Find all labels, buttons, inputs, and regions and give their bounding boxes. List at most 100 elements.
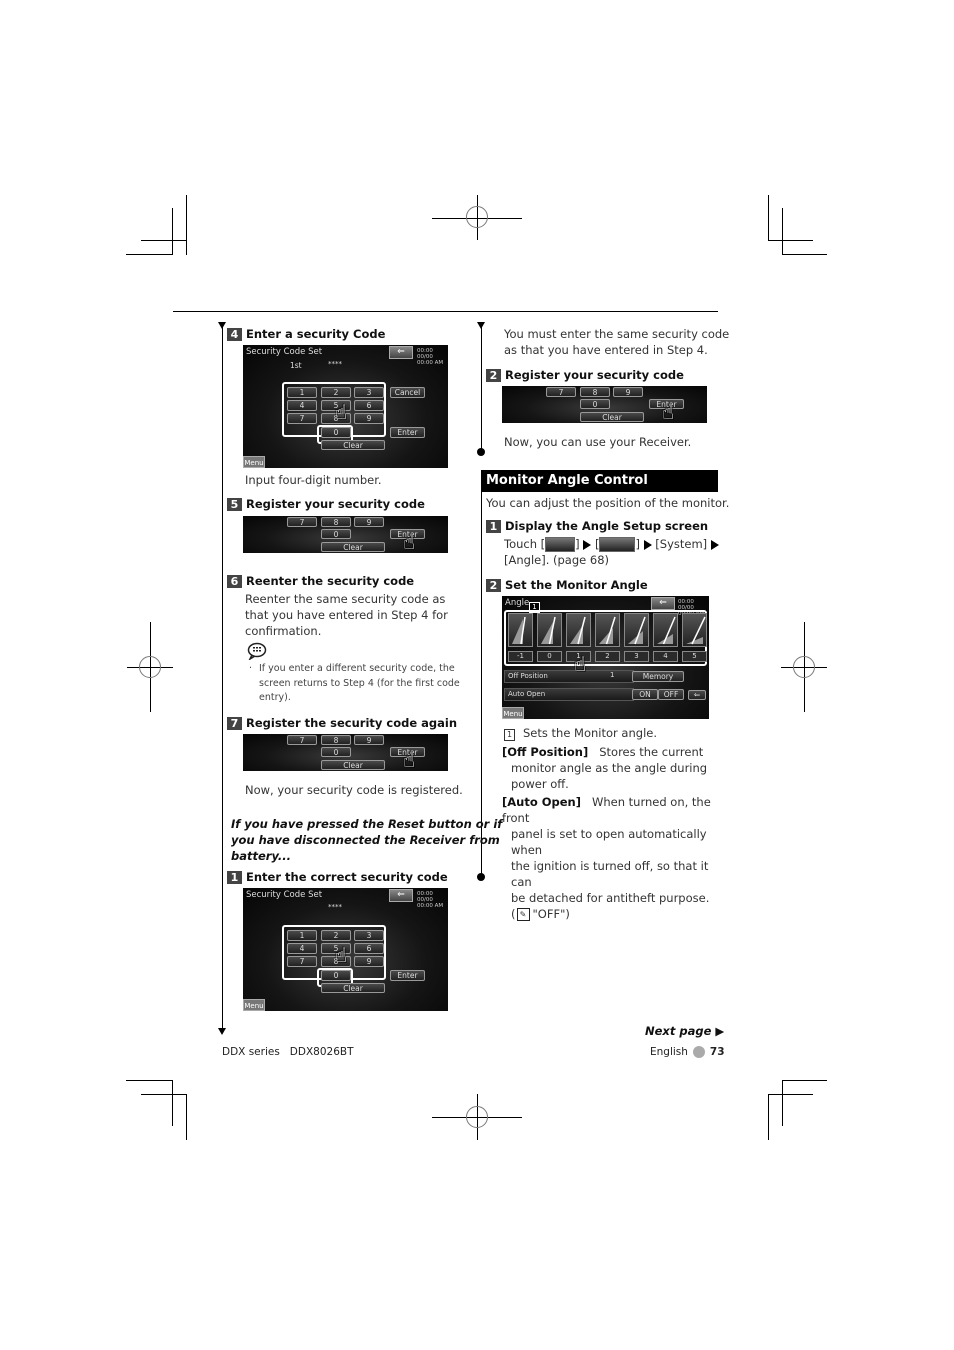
angle-option-graphic[interactable] xyxy=(682,613,707,647)
key-0[interactable]: 0 xyxy=(321,529,351,539)
model-name: DDX series DDX8026BT xyxy=(222,1046,354,1058)
pointing-hand-icon: ☝ xyxy=(574,652,587,676)
security-code-screen-2: Security Code Set **** ⇐ 00:00 00/00 00:0… xyxy=(243,888,448,1011)
back-button[interactable]: ⇐ xyxy=(651,597,675,610)
auto-open-off-button[interactable]: OFF xyxy=(658,689,684,700)
angle-option-graphic[interactable] xyxy=(508,613,533,647)
page-dot-icon xyxy=(692,1046,705,1058)
angle-option-graphic[interactable] xyxy=(595,613,620,647)
off-position-value: 1 xyxy=(610,671,615,679)
angle-option-graphic[interactable] xyxy=(624,613,649,647)
menu-button[interactable]: Menu xyxy=(502,707,524,719)
setup-button-icon xyxy=(599,537,636,552)
key-7[interactable]: 7 xyxy=(287,517,317,527)
key-7[interactable]: 7 xyxy=(546,387,576,397)
angle-option-2[interactable]: 2 xyxy=(595,651,620,662)
key-9[interactable]: 9 xyxy=(354,413,384,424)
auto-open-on-button[interactable]: ON xyxy=(632,689,658,700)
off-position-term: [Off Position] xyxy=(502,745,589,759)
key-8[interactable]: 8 xyxy=(321,735,351,745)
step-4-caption: Input four-digit number. xyxy=(245,473,382,487)
step-number: 5 xyxy=(227,497,242,511)
page-number: 73 xyxy=(709,1046,725,1058)
reset-step-1-heading: 1 Enter the correct security code xyxy=(227,870,448,884)
key-6[interactable]: 6 xyxy=(354,400,384,411)
angle-option-3[interactable]: 3 xyxy=(624,651,649,662)
angle-option-0[interactable]: 0 xyxy=(537,651,562,662)
key-3[interactable]: 3 xyxy=(354,930,384,941)
default-value: "OFF") xyxy=(532,907,570,921)
enter-button[interactable]: Enter xyxy=(390,970,425,981)
key-6[interactable]: 6 xyxy=(354,943,384,954)
angle-tilt-icon xyxy=(686,616,706,645)
clear-button[interactable]: Clear xyxy=(321,440,385,450)
angle-option--1[interactable]: -1 xyxy=(508,651,533,662)
key-1[interactable]: 1 xyxy=(287,387,317,398)
masked-code: **** xyxy=(328,903,342,911)
key-3[interactable]: 3 xyxy=(354,387,384,398)
key-9[interactable]: 9 xyxy=(354,517,384,527)
angle-option-graphic[interactable] xyxy=(653,613,678,647)
arrow-right-icon xyxy=(583,539,592,550)
key-0[interactable]: 0 xyxy=(321,427,351,438)
angle-option-graphic[interactable] xyxy=(537,613,562,647)
key-0[interactable]: 0 xyxy=(321,970,351,981)
pointing-hand-icon: ☝ xyxy=(662,400,675,423)
off-position-label: Off Position xyxy=(504,670,634,683)
memory-button[interactable]: Memory xyxy=(632,671,684,682)
right-step-2-caption: Now, you can use your Receiver. xyxy=(504,435,692,449)
step-number: 1 xyxy=(486,519,501,533)
key-0[interactable]: 0 xyxy=(321,747,351,757)
clear-button[interactable]: Clear xyxy=(580,412,644,422)
key-8[interactable]: 8 xyxy=(321,517,351,527)
clear-button[interactable]: Clear xyxy=(321,983,385,993)
step-number: 7 xyxy=(227,716,242,730)
note-line: screen returns to Step 4 (for the first … xyxy=(259,677,460,689)
menu-button[interactable]: Menu xyxy=(243,456,265,468)
key-7[interactable]: 7 xyxy=(287,956,317,967)
clear-button[interactable]: Clear xyxy=(321,542,385,552)
auto-open-label: Auto Open xyxy=(504,688,634,701)
clock-time: 00:00 AM xyxy=(417,360,444,366)
step-number: 6 xyxy=(227,574,242,588)
step-number: 4 xyxy=(227,327,242,341)
menu-button[interactable]: Menu xyxy=(243,999,265,1011)
body-line: confirmation. xyxy=(245,624,322,638)
key-9[interactable]: 9 xyxy=(613,387,643,397)
next-page-link[interactable]: Next page ▶ xyxy=(645,1023,724,1039)
key-2[interactable]: 2 xyxy=(321,930,351,941)
pointing-hand-icon: ☝ xyxy=(335,400,348,424)
return-button[interactable]: ⇐ xyxy=(688,690,706,700)
arrow-right-icon xyxy=(710,539,719,550)
note-speech-bubble-icon xyxy=(247,642,267,661)
enter-button[interactable]: Enter xyxy=(390,427,425,438)
key-9[interactable]: 9 xyxy=(354,956,384,967)
angle-option-graphic[interactable] xyxy=(566,613,591,647)
key-0[interactable]: 0 xyxy=(580,399,610,409)
desc-line: Stores the current xyxy=(599,745,704,759)
clear-button[interactable]: Clear xyxy=(321,760,385,770)
back-button[interactable]: ⇐ xyxy=(389,346,413,359)
key-9[interactable]: 9 xyxy=(354,735,384,745)
section-intro: You can adjust the position of the monit… xyxy=(486,496,730,510)
security-code-screen: Security Code Set 1st **** ⇐ 00:00 00/00… xyxy=(243,345,448,468)
desc-line: panel is set to open automatically when xyxy=(511,827,707,857)
key-1[interactable]: 1 xyxy=(287,930,317,941)
key-7[interactable]: 7 xyxy=(287,413,317,424)
back-button[interactable]: ⇐ xyxy=(389,889,413,902)
intro-line: You must enter the same security code xyxy=(504,327,730,341)
reset-note-line: battery... xyxy=(231,849,292,863)
registration-mark-right xyxy=(793,656,815,678)
angle-option-5[interactable]: 5 xyxy=(682,651,707,662)
key-8[interactable]: 8 xyxy=(580,387,610,397)
step-title: Display the Angle Setup screen xyxy=(505,519,709,533)
angle-step-1-heading: 1 Display the Angle Setup screen xyxy=(486,519,708,533)
intro-line: as that you have entered in Step 4. xyxy=(504,343,708,357)
key-2[interactable]: 2 xyxy=(321,387,351,398)
key-4[interactable]: 4 xyxy=(287,400,317,411)
key-4[interactable]: 4 xyxy=(287,943,317,954)
cancel-button[interactable]: Cancel xyxy=(390,387,425,398)
security-keypad-partial-3: 7 8 9 0 Enter Clear ☝ xyxy=(502,386,707,423)
key-7[interactable]: 7 xyxy=(287,735,317,745)
angle-option-4[interactable]: 4 xyxy=(653,651,678,662)
